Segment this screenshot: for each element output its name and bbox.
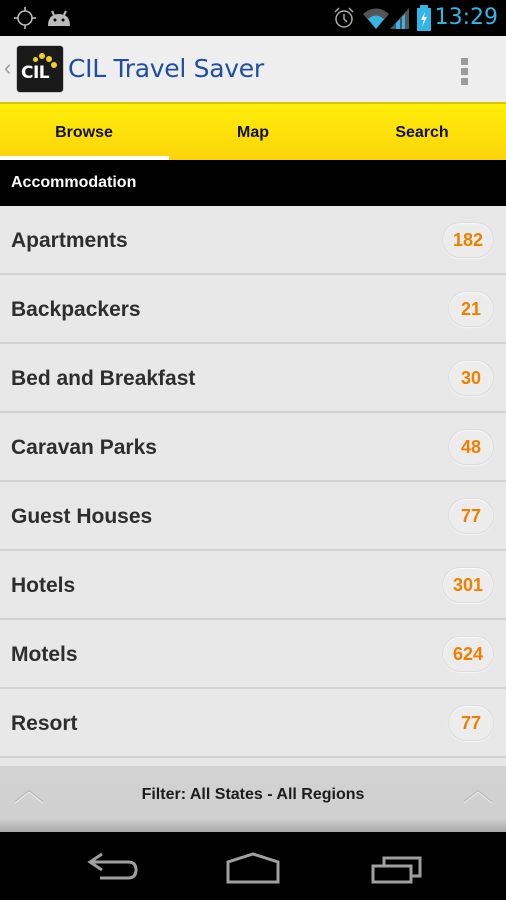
count-badge: 301 bbox=[441, 567, 494, 603]
list-item-bed-and-breakfast[interactable]: Bed and Breakfast 30 bbox=[0, 344, 506, 413]
up-navigation-caret-icon[interactable]: ‹ bbox=[4, 56, 11, 80]
category-list[interactable]: Apartments 182 Backpackers 21 Bed and Br… bbox=[0, 206, 506, 766]
section-header: Accommodation bbox=[0, 160, 506, 206]
item-label: Backpackers bbox=[11, 298, 141, 321]
battery-charging-icon bbox=[417, 5, 431, 31]
wifi-icon bbox=[363, 8, 389, 29]
overflow-menu-button[interactable] bbox=[452, 50, 482, 90]
overflow-menu-icon bbox=[461, 58, 468, 65]
count-badge: 77 bbox=[448, 498, 494, 534]
android-debug-icon bbox=[48, 10, 70, 26]
item-label: Bed and Breakfast bbox=[11, 367, 196, 390]
list-item-guest-houses[interactable]: Guest Houses 77 bbox=[0, 482, 506, 551]
alarm-icon bbox=[334, 7, 354, 28]
list-item-motels[interactable]: Motels 624 bbox=[0, 620, 506, 689]
wattle-flower-icon bbox=[33, 57, 38, 62]
status-bar: 13:29 bbox=[0, 0, 506, 36]
wattle-flower-icon bbox=[51, 62, 57, 68]
count-badge: 21 bbox=[448, 291, 494, 327]
count-badge: 48 bbox=[448, 429, 494, 465]
list-item-backpackers[interactable]: Backpackers 21 bbox=[0, 275, 506, 344]
list-item-caravan-parks[interactable]: Caravan Parks 48 bbox=[0, 413, 506, 482]
list-item-hotels[interactable]: Hotels 301 bbox=[0, 551, 506, 620]
item-label: Resort bbox=[11, 712, 78, 735]
count-badge: 182 bbox=[441, 222, 494, 258]
logo-text: CIL bbox=[21, 63, 50, 83]
action-bar: ‹ CIL CIL Travel Saver bbox=[0, 36, 506, 102]
home-button-icon[interactable] bbox=[218, 844, 288, 888]
tab-map[interactable]: Map bbox=[169, 104, 337, 160]
item-label: Apartments bbox=[11, 229, 128, 252]
item-label: Hotels bbox=[11, 574, 76, 597]
recent-apps-button-icon[interactable] bbox=[364, 844, 434, 888]
list-item-resort[interactable]: Resort 77 bbox=[0, 689, 506, 758]
chevron-up-icon bbox=[463, 789, 493, 804]
wattle-flower-icon bbox=[46, 56, 52, 62]
screen: 13:29 ‹ CIL CIL Travel Saver Browse Map … bbox=[0, 0, 506, 900]
back-button-icon[interactable] bbox=[78, 844, 148, 888]
item-label: Caravan Parks bbox=[11, 436, 157, 459]
list-item-apartments[interactable]: Apartments 182 bbox=[0, 206, 506, 275]
item-label: Guest Houses bbox=[11, 505, 153, 528]
signal-icon bbox=[390, 8, 409, 29]
app-title: CIL Travel Saver bbox=[68, 54, 264, 83]
tab-search[interactable]: Search bbox=[338, 104, 506, 160]
clock: 13:29 bbox=[434, 5, 498, 30]
count-badge: 30 bbox=[448, 360, 494, 396]
filter-label: Filter: All States - All Regions bbox=[141, 786, 365, 803]
system-navigation-bar bbox=[0, 832, 506, 900]
gps-icon bbox=[14, 7, 36, 29]
count-badge: 77 bbox=[448, 705, 494, 741]
app-logo[interactable]: CIL bbox=[17, 46, 63, 92]
tab-browse[interactable]: Browse bbox=[0, 104, 169, 162]
filter-bar[interactable]: Filter: All States - All Regions bbox=[0, 766, 506, 832]
item-label: Motels bbox=[11, 643, 78, 666]
wattle-flower-icon bbox=[39, 53, 45, 59]
count-badge: 624 bbox=[441, 636, 494, 672]
tab-bar: Browse Map Search bbox=[0, 102, 506, 162]
